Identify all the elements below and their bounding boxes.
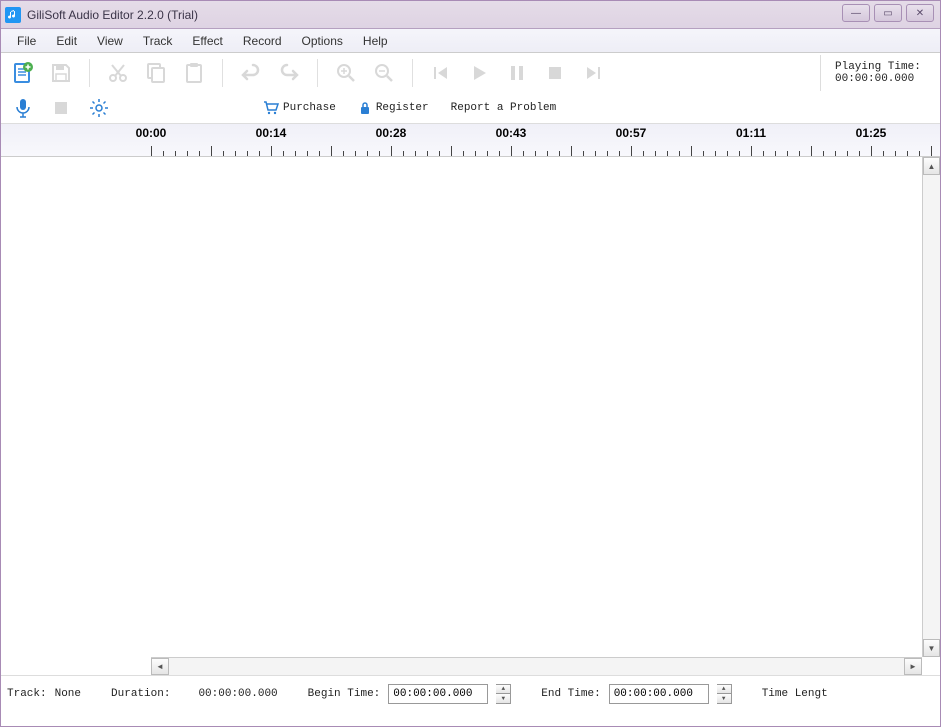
timeline-label: 00:43 <box>496 126 527 140</box>
cart-icon <box>263 101 279 115</box>
time-length-label: Time Lengt <box>762 688 828 700</box>
begin-time-spinner: ▲ ▼ <box>496 684 511 704</box>
skip-forward-button[interactable] <box>581 61 605 85</box>
menu-file[interactable]: File <box>9 32 44 50</box>
menu-options[interactable]: Options <box>294 32 351 50</box>
end-time-input[interactable] <box>609 684 709 704</box>
close-button[interactable]: ✕ <box>906 4 934 22</box>
window-controls: — ▭ ✕ <box>842 4 934 22</box>
timeline-ruler[interactable]: 00:00 00:14 00:28 00:43 00:57 01:11 01:25 <box>1 123 940 157</box>
playing-time-label: Playing Time: <box>835 61 930 73</box>
scroll-down-button[interactable]: ▼ <box>923 639 940 657</box>
timeline-label: 01:11 <box>736 126 766 140</box>
secondary-toolbar: Purchase Register Report a Problem <box>1 93 940 123</box>
timeline-label: 00:00 <box>136 126 167 140</box>
statusbar: Track: None Duration: 00:00:00.000 Begin… <box>1 675 940 711</box>
report-label: Report a Problem <box>451 102 557 114</box>
begin-time-input[interactable] <box>388 684 488 704</box>
waveform-canvas[interactable] <box>1 157 922 657</box>
playing-time-display: Playing Time: 00:00:00.000 <box>820 55 930 91</box>
scroll-up-button[interactable]: ▲ <box>923 157 940 175</box>
scroll-left-button[interactable]: ◄ <box>151 658 169 675</box>
redo-button[interactable] <box>277 61 301 85</box>
purchase-link[interactable]: Purchase <box>259 99 340 117</box>
begin-time-label: Begin Time: <box>308 688 381 700</box>
pause-button[interactable] <box>505 61 529 85</box>
end-time-up[interactable]: ▲ <box>717 685 731 694</box>
register-link[interactable]: Register <box>354 99 433 117</box>
menu-help[interactable]: Help <box>355 32 396 50</box>
copy-button[interactable] <box>144 61 168 85</box>
menu-record[interactable]: Record <box>235 32 290 50</box>
main-toolbar: Playing Time: 00:00:00.000 <box>1 53 940 93</box>
end-time-spinner: ▲ ▼ <box>717 684 732 704</box>
titlebar: GiliSoft Audio Editor 2.2.0 (Trial) — ▭ … <box>1 1 940 29</box>
track-label: Track: <box>7 688 47 700</box>
timeline-label: 00:57 <box>616 126 647 140</box>
stop-button[interactable] <box>543 61 567 85</box>
skip-back-button[interactable] <box>429 61 453 85</box>
zoom-in-button[interactable] <box>334 61 358 85</box>
duration-value: 00:00:00.000 <box>198 688 277 700</box>
end-time-down[interactable]: ▼ <box>717 694 731 703</box>
settings-button[interactable] <box>87 96 111 120</box>
duration-label: Duration: <box>111 688 170 700</box>
minimize-button[interactable]: — <box>842 4 870 22</box>
window-title: GiliSoft Audio Editor 2.2.0 (Trial) <box>27 8 198 22</box>
scroll-right-button[interactable]: ► <box>904 658 922 675</box>
menu-edit[interactable]: Edit <box>48 32 85 50</box>
paste-button[interactable] <box>182 61 206 85</box>
report-problem-link[interactable]: Report a Problem <box>447 100 561 116</box>
app-icon <box>5 7 21 23</box>
timeline-label: 00:28 <box>376 126 407 140</box>
play-button[interactable] <box>467 61 491 85</box>
cut-button[interactable] <box>106 61 130 85</box>
menu-view[interactable]: View <box>89 32 131 50</box>
lock-icon <box>358 101 372 115</box>
horizontal-scroll-track[interactable] <box>169 658 904 675</box>
undo-button[interactable] <box>239 61 263 85</box>
begin-time-up[interactable]: ▲ <box>496 685 510 694</box>
register-label: Register <box>376 102 429 114</box>
maximize-button[interactable]: ▭ <box>874 4 902 22</box>
menubar: File Edit View Track Effect Record Optio… <box>1 29 940 53</box>
track-value: None <box>55 688 81 700</box>
begin-time-down[interactable]: ▼ <box>496 694 510 703</box>
save-button[interactable] <box>49 61 73 85</box>
record-mic-button[interactable] <box>11 96 35 120</box>
timeline-label: 00:14 <box>256 126 287 140</box>
end-time-label: End Time: <box>541 688 600 700</box>
menu-effect[interactable]: Effect <box>184 32 230 50</box>
new-file-button[interactable] <box>11 61 35 85</box>
purchase-label: Purchase <box>283 102 336 114</box>
vertical-scrollbar: ▲ ▼ <box>922 157 940 657</box>
waveform-area: ▲ ▼ <box>1 157 940 657</box>
timeline-label: 01:25 <box>856 126 887 140</box>
zoom-out-button[interactable] <box>372 61 396 85</box>
menu-track[interactable]: Track <box>135 32 181 50</box>
stop-record-button[interactable] <box>49 96 73 120</box>
vertical-scroll-track[interactable] <box>923 175 940 639</box>
playing-time-value: 00:00:00.000 <box>835 73 930 85</box>
horizontal-scrollbar: ◄ ► <box>151 657 922 675</box>
